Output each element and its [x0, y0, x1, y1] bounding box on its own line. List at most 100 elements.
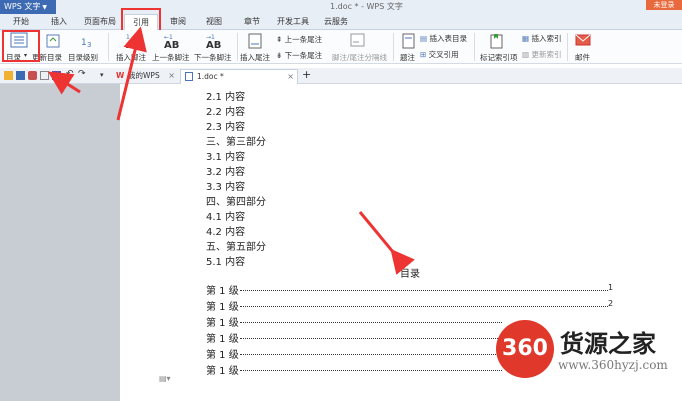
doc-line: 四、第四部分	[206, 197, 266, 208]
tab-my-wps-label: 我的WPS	[128, 71, 160, 80]
prev-endnote-icon: ⇞	[276, 35, 285, 44]
toc-row[interactable]: 第 1 级	[206, 362, 506, 377]
next-footnote-button[interactable]: 下一条脚注	[194, 52, 232, 63]
tab-page-layout[interactable]: 页面布局	[80, 14, 120, 30]
tab-insert[interactable]: 插入	[42, 14, 76, 30]
prev-footnote-button[interactable]: 上一条脚注	[152, 52, 190, 63]
mark-index-icon	[490, 34, 503, 49]
doc-line: 三、第三部分	[206, 137, 266, 148]
doc-line: 5.1 内容	[206, 257, 246, 268]
caption-button[interactable]: 题注	[400, 52, 415, 63]
doc-line: 3.1 内容	[206, 152, 246, 163]
print-icon[interactable]	[28, 71, 37, 80]
preview-icon[interactable]	[40, 71, 49, 80]
login-button[interactable]: 未登录	[646, 0, 682, 10]
app-menu-button[interactable]: WPS 文字 ▼	[0, 0, 56, 14]
insert-footnote-button[interactable]: 插入脚注	[116, 52, 146, 63]
toc-row-label: 第 1 级	[206, 334, 239, 345]
separator	[393, 33, 394, 61]
quick-access-bar: ↶ ↷ ▾ W 我的WPS × 1.doc * × +	[0, 68, 682, 84]
toc-row[interactable]: 第 1 级	[206, 346, 506, 361]
svg-text:AB: AB	[164, 40, 179, 50]
separator	[567, 33, 568, 61]
next-endnote-icon: ⇟	[276, 51, 285, 60]
tab-document-label: 1.doc *	[197, 72, 224, 81]
document-icon	[185, 72, 193, 81]
insert-endnote-button[interactable]: 插入尾注	[240, 52, 270, 63]
tab-home[interactable]: 开始	[4, 14, 38, 30]
toc-title: 目录	[400, 269, 420, 280]
tab-my-wps[interactable]: W 我的WPS ×	[112, 69, 178, 84]
doc-line: 4.2 内容	[206, 227, 246, 238]
doc-line: 2.3 内容	[206, 122, 246, 133]
prev-footnote-icon: ←1 AB	[164, 34, 179, 50]
save-icon[interactable]	[16, 71, 25, 80]
tab-view[interactable]: 视图	[198, 14, 230, 30]
cross-reference-icon: ⊞	[420, 50, 429, 59]
toc-row[interactable]: 第 1 级	[206, 314, 506, 329]
mark-index-button[interactable]: 标记索引项	[480, 52, 518, 63]
prev-endnote-label: 上一条尾注	[284, 35, 323, 44]
doc-line: 2.1 内容	[206, 92, 246, 103]
svg-text:AB: AB	[126, 40, 141, 50]
chevron-down-icon: ▼	[42, 4, 47, 11]
cross-reference-label: 交叉引用	[428, 50, 459, 59]
svg-text:AB: AB	[206, 40, 221, 50]
toc-leader-dots	[240, 370, 502, 371]
tab-review[interactable]: 审阅	[162, 14, 194, 30]
watermark: 360 货源之家 www.360hyzj.com	[496, 320, 682, 390]
insert-endnote-icon	[248, 33, 262, 49]
open-icon[interactable]	[4, 71, 13, 80]
insert-index-button[interactable]: ▦ 插入索引	[522, 33, 561, 44]
next-footnote-icon: →1 AB	[206, 34, 221, 50]
doc-line: 五、第五部分	[206, 242, 266, 253]
mail-button[interactable]: 邮件	[575, 52, 590, 63]
toc-page-number: 2	[608, 299, 614, 308]
tab-chapter[interactable]: 章节	[236, 14, 268, 30]
toc-row-label: 第 1 级	[206, 318, 239, 329]
insert-table-toc-label: 插入表目录	[429, 34, 467, 43]
separator	[237, 33, 238, 61]
close-icon[interactable]: ×	[287, 70, 294, 84]
watermark-url: www.360hyzj.com	[558, 358, 668, 372]
ribbon-tabs: 开始 插入 页面布局 引用 审阅 视图 章节 开发工具 云服务	[0, 14, 682, 31]
paste-options-icon[interactable]: ▤▾	[159, 374, 171, 384]
insert-index-label: 插入索引	[531, 34, 562, 43]
next-endnote-button[interactable]: ⇟ 下一条尾注	[276, 50, 322, 61]
toc-leader-dots	[240, 354, 502, 355]
footnote-separator-icon	[350, 33, 365, 47]
separator	[108, 33, 109, 61]
cross-reference-button[interactable]: ⊞ 交叉引用	[420, 49, 459, 60]
new-tab-button[interactable]: +	[302, 68, 311, 81]
toc-level-button[interactable]: 目录级别	[68, 52, 98, 63]
tab-developer[interactable]: 开发工具	[272, 14, 314, 30]
close-icon[interactable]: ×	[168, 69, 175, 83]
toc-row[interactable]: 第 1 级 1	[206, 282, 616, 297]
format-icon[interactable]	[52, 71, 61, 80]
doc-line: 2.2 内容	[206, 107, 246, 118]
update-index-button[interactable]: ▧ 更新索引	[522, 49, 561, 60]
highlight-box-toc-button	[2, 30, 40, 62]
insert-table-toc-button[interactable]: ▤ 插入表目录	[420, 33, 467, 44]
tab-document[interactable]: 1.doc * ×	[180, 69, 298, 84]
footnote-separator-button[interactable]: 脚注/尾注分隔线	[332, 52, 387, 63]
toc-row[interactable]: 第 1 级	[206, 330, 506, 345]
toc-page-number: 1	[608, 283, 614, 292]
doc-line: 3.3 内容	[206, 182, 246, 193]
window-title: 1.doc * - WPS 文字	[330, 2, 403, 11]
toc-row[interactable]: 第 1 级 2	[206, 298, 616, 313]
prev-endnote-button[interactable]: ⇞ 上一条尾注	[276, 34, 322, 45]
tab-cloud[interactable]: 云服务	[318, 14, 354, 30]
undo-icon[interactable]: ↶	[66, 69, 75, 79]
highlight-box-references-tab	[121, 8, 161, 32]
update-index-label: 更新索引	[531, 50, 562, 59]
next-endnote-label: 下一条尾注	[284, 51, 323, 60]
left-panel	[0, 84, 120, 401]
chevron-down-icon[interactable]: ▾	[100, 71, 109, 80]
toc-leader-dots	[240, 306, 608, 307]
toc-row-label: 第 1 级	[206, 286, 239, 297]
toc-level-icon: 1 3	[81, 38, 91, 48]
redo-icon[interactable]: ↷	[78, 69, 87, 79]
app-menu-label: WPS 文字	[4, 2, 41, 11]
separator	[474, 33, 475, 61]
